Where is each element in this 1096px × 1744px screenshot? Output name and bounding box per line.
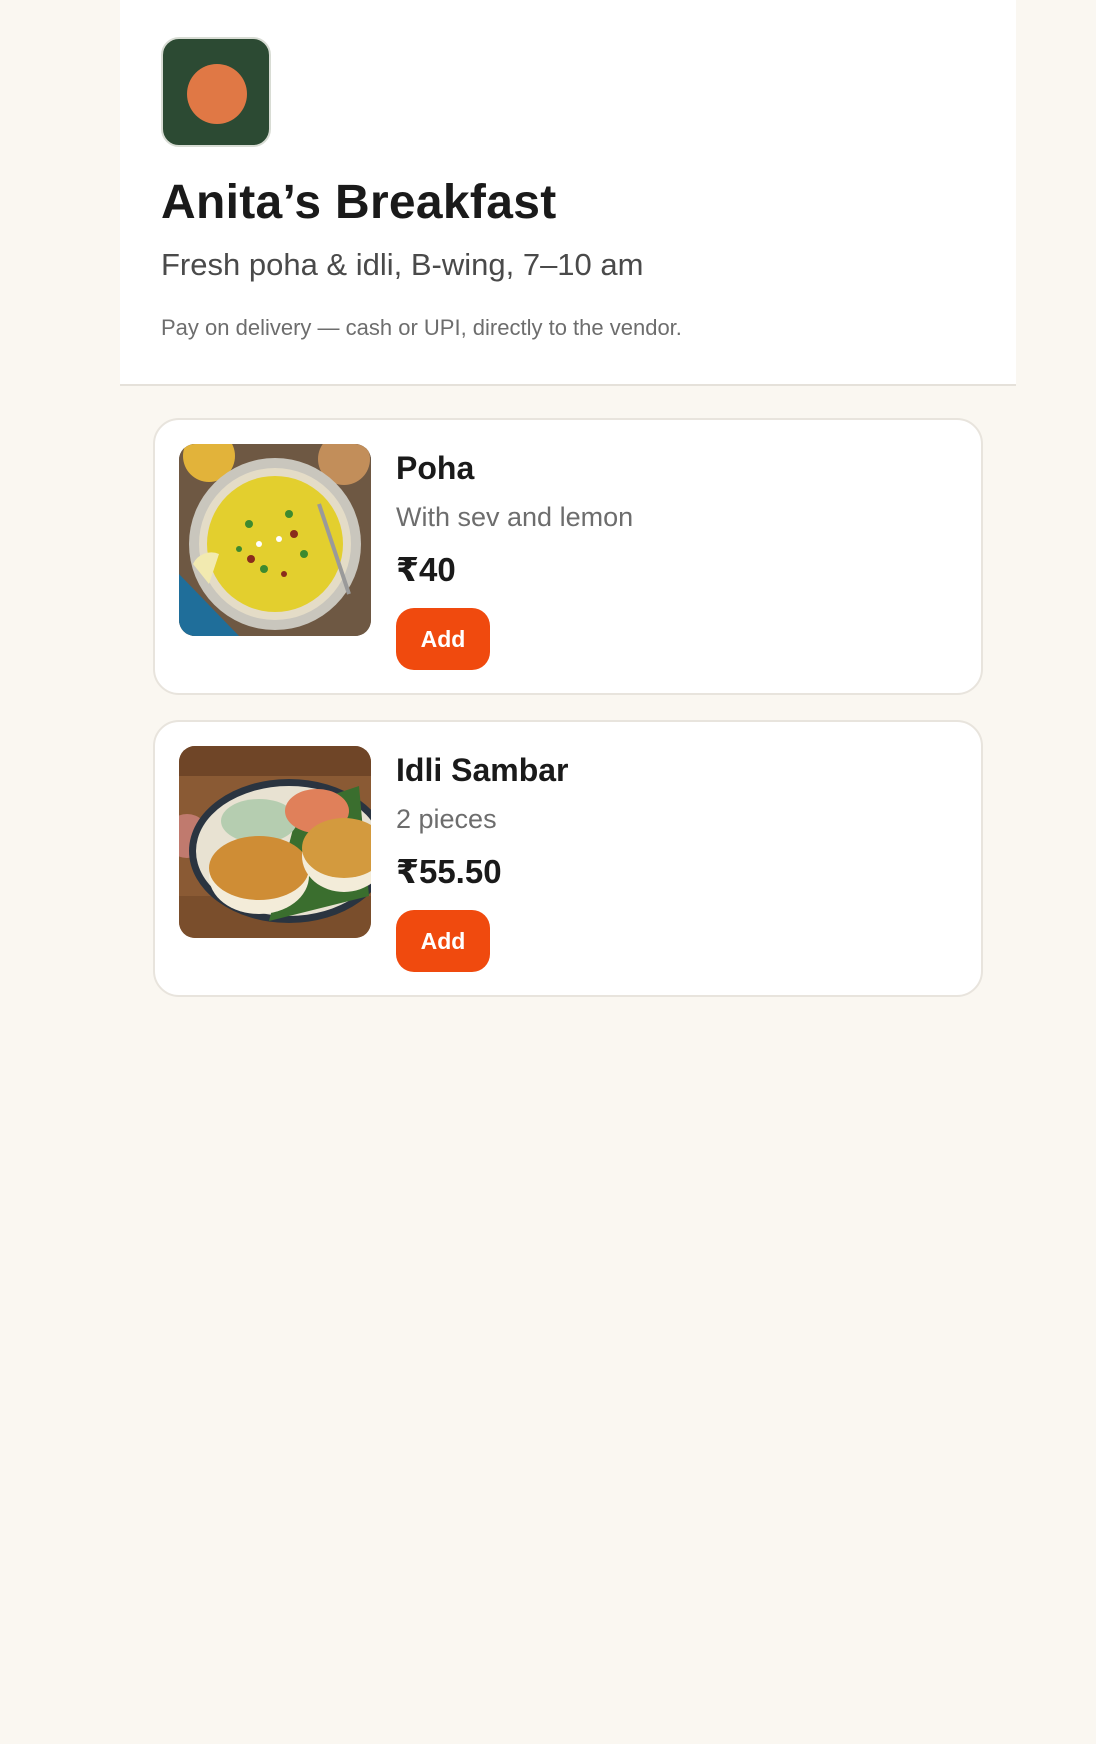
add-idli-sambar-button[interactable]: Add — [396, 910, 490, 972]
payment-note: Pay on delivery — cash or UPI, directly … — [161, 315, 682, 340]
dish-price: ₹40 — [396, 551, 456, 588]
add-poha-button[interactable]: Add — [396, 608, 490, 670]
poha-photo — [179, 444, 371, 636]
dish-price: ₹55.50 — [396, 853, 502, 890]
shop-header: Anita’s Breakfast Fresh poha & idli, B-w… — [120, 0, 1016, 386]
dish-name: Idli Sambar — [396, 752, 569, 788]
menu-item-card: Idli Sambar 2 pieces ₹55.50 Add — [153, 720, 983, 997]
dish-name: Poha — [396, 450, 475, 486]
shop-logo — [161, 37, 271, 147]
dish-description: 2 pieces — [396, 804, 497, 834]
idli-sambar-photo — [179, 746, 371, 938]
shop-title: Anita’s Breakfast — [161, 176, 557, 229]
orange-dot-logo-icon — [187, 64, 247, 124]
menu-item-card: Poha With sev and lemon ₹40 Add — [153, 418, 983, 695]
shop-subtitle: Fresh poha & idli, B-wing, 7–10 am — [161, 247, 644, 282]
dish-description: With sev and lemon — [396, 502, 634, 532]
vendor-menu-page: Anita’s Breakfast Fresh poha & idli, B-w… — [0, 0, 1096, 1744]
